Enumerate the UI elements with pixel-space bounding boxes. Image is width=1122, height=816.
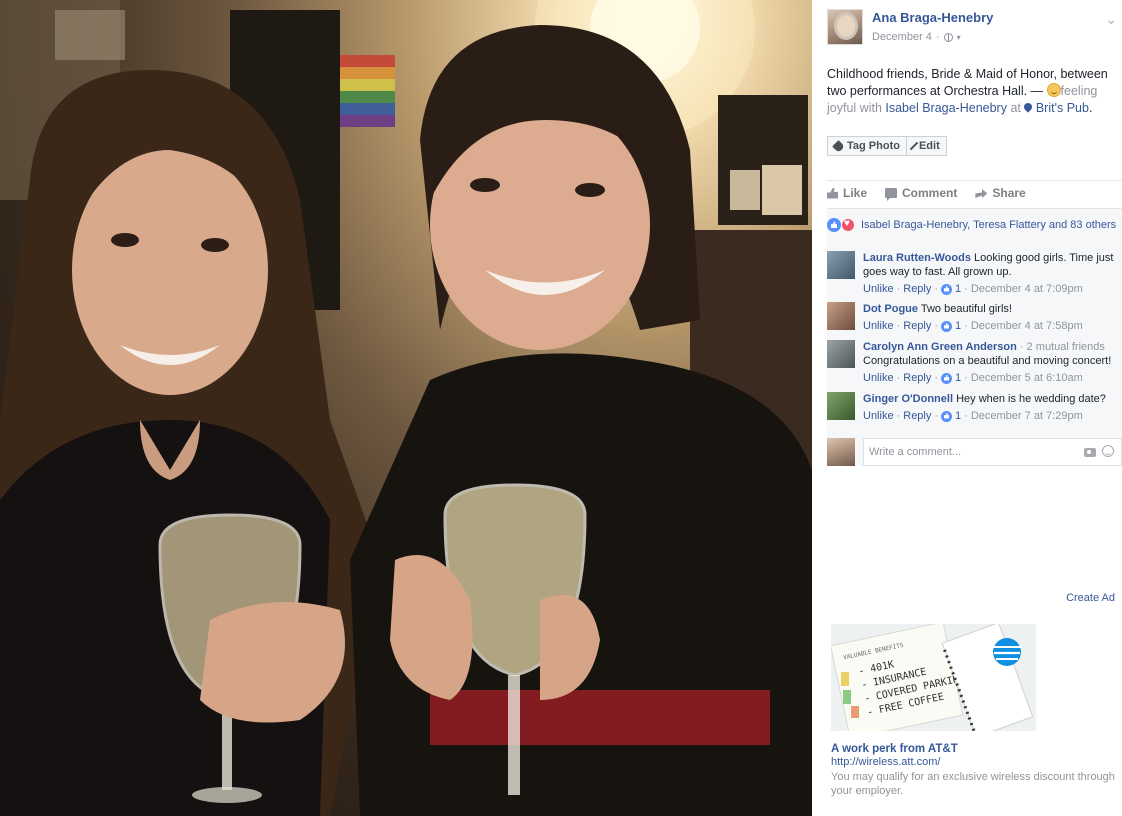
- edit-label: Edit: [918, 140, 940, 152]
- privacy-caret-icon[interactable]: ▾: [957, 33, 961, 42]
- tag-photo-button[interactable]: Tag Photo: [827, 136, 907, 156]
- commenter-avatar[interactable]: [827, 302, 855, 330]
- post-panel: Ana Braga-Henebry December 4 · ▾ ⌄ Child…: [812, 0, 1122, 816]
- with-text: with: [856, 101, 886, 115]
- globe-icon[interactable]: [943, 32, 953, 42]
- share-button[interactable]: Share: [975, 186, 1026, 200]
- edit-button[interactable]: Edit: [906, 136, 947, 156]
- unlike-link[interactable]: Unlike: [863, 282, 894, 296]
- reactions-summary[interactable]: Isabel Braga-Henebry, Teresa Flattery an…: [827, 218, 1116, 232]
- comment-actions: Unlike · Reply · 1 · December 4 at 7:09pm: [863, 282, 1083, 296]
- share-label: Share: [992, 186, 1026, 200]
- commenter-name[interactable]: Dot Pogue: [863, 303, 918, 315]
- like-reaction-icon: [827, 218, 841, 232]
- ad-title[interactable]: A work perk from AT&T: [831, 743, 958, 755]
- post-photo[interactable]: [0, 0, 812, 816]
- commenter-avatar[interactable]: [827, 251, 855, 279]
- comment-time[interactable]: December 4 at 7:58pm: [971, 319, 1083, 333]
- comment-body: Ginger O'Donnell Hey when is he wedding …: [863, 392, 1120, 423]
- caption-period: .: [1088, 101, 1093, 115]
- camera-icon[interactable]: [1084, 448, 1096, 457]
- unlike-link[interactable]: Unlike: [863, 319, 894, 333]
- post-meta: December 4 · ▾: [872, 31, 961, 43]
- like-count[interactable]: 1: [955, 282, 961, 296]
- ad-illustration: VALUABLE BENEFITS - 401K - INSURANCE - C…: [831, 624, 1036, 731]
- post-options-chevron-icon[interactable]: ⌄: [1105, 11, 1117, 28]
- pencil-icon: [909, 141, 919, 151]
- comment-text: Congratulations on a beautiful and movin…: [863, 355, 1112, 367]
- comment-text: Two beautiful girls!: [920, 303, 1012, 315]
- place-link[interactable]: Brit's Pub: [1036, 101, 1089, 115]
- meta-separator: ·: [935, 31, 940, 43]
- smile-emoji-icon: [1046, 83, 1061, 97]
- dash: —: [1027, 84, 1047, 98]
- location-pin-icon: [1024, 103, 1032, 113]
- commenter-avatar[interactable]: [827, 392, 855, 420]
- like-count-icon: [941, 320, 953, 332]
- comment-button[interactable]: Comment: [885, 186, 958, 201]
- share-icon: [975, 189, 988, 198]
- commenter-avatar[interactable]: [827, 340, 855, 368]
- ad-url[interactable]: http://wireless.att.com/: [831, 756, 940, 768]
- reply-link[interactable]: Reply: [903, 409, 931, 423]
- reactors-names[interactable]: Isabel Braga-Henebry, Teresa Flattery an…: [861, 219, 1116, 231]
- comment-actions: Unlike · Reply · 1 · December 5 at 6:10am: [863, 371, 1083, 385]
- like-count[interactable]: 1: [955, 409, 961, 423]
- current-user-avatar: [827, 438, 855, 466]
- comments-section: Isabel Braga-Henebry, Teresa Flattery an…: [827, 208, 1122, 466]
- comment-time[interactable]: December 4 at 7:09pm: [971, 282, 1083, 296]
- write-comment-row: [827, 435, 1122, 467]
- love-reaction-icon: [841, 218, 855, 232]
- comment-actions: Unlike · Reply · 1 · December 7 at 7:29pm: [863, 409, 1083, 423]
- tagged-person-link[interactable]: Isabel Braga-Henebry: [885, 101, 1007, 115]
- emoji-icon[interactable]: [1102, 445, 1114, 457]
- comment-icon: [885, 188, 898, 201]
- commenter-name[interactable]: Carolyn Ann Green Anderson: [863, 341, 1017, 353]
- divider: [827, 180, 1122, 181]
- ufi-bar: Like Comment Share: [827, 186, 1026, 201]
- photo-action-buttons: Tag Photo Edit: [827, 136, 947, 156]
- reply-link[interactable]: Reply: [903, 282, 931, 296]
- like-label: Like: [843, 186, 868, 200]
- post-text: Childhood friends, Bride & Maid of Honor…: [827, 66, 1119, 117]
- comment-time[interactable]: December 7 at 7:29pm: [971, 409, 1083, 423]
- mutual-friends[interactable]: · 2 mutual friends: [1020, 341, 1105, 353]
- unlike-link[interactable]: Unlike: [863, 371, 894, 385]
- commenter-name[interactable]: Ginger O'Donnell: [863, 393, 953, 405]
- like-count[interactable]: 1: [955, 371, 961, 385]
- reply-link[interactable]: Reply: [903, 371, 931, 385]
- tag-icon: [832, 139, 845, 153]
- photo-illustration: [0, 0, 812, 816]
- like-button[interactable]: Like: [827, 186, 867, 200]
- create-ad-link[interactable]: Create Ad: [1066, 592, 1115, 604]
- comment-time[interactable]: December 5 at 6:10am: [971, 371, 1083, 385]
- comment-label: Comment: [902, 186, 958, 200]
- unlike-link[interactable]: Unlike: [863, 409, 894, 423]
- like-count-icon: [941, 410, 953, 422]
- comment-body: Dot Pogue Two beautiful girls! Unlike · R…: [863, 302, 1120, 333]
- ad-image[interactable]: VALUABLE BENEFITS - 401K - INSURANCE - C…: [831, 624, 1036, 731]
- comment-actions: Unlike · Reply · 1 · December 4 at 7:58pm: [863, 319, 1083, 333]
- post-header: Ana Braga-Henebry December 4 · ▾ ⌄: [827, 9, 1117, 49]
- author-name[interactable]: Ana Braga-Henebry: [872, 10, 993, 25]
- commenter-name[interactable]: Laura Rutten-Woods: [863, 252, 971, 264]
- post-date[interactable]: December 4: [872, 31, 932, 43]
- like-count-icon: [941, 372, 953, 384]
- ad-description: You may qualify for an exclusive wireles…: [831, 771, 1115, 797]
- author-avatar[interactable]: [827, 9, 863, 45]
- comment-body: Carolyn Ann Green Anderson · 2 mutual fr…: [863, 340, 1120, 385]
- at-text: at: [1006, 101, 1025, 115]
- like-count[interactable]: 1: [955, 319, 961, 333]
- thumbs-up-icon: [827, 187, 838, 199]
- like-count-icon: [941, 283, 953, 295]
- comment-text: Hey when is he wedding date?: [956, 393, 1106, 405]
- comment-body: Laura Rutten-Woods Looking good girls. T…: [863, 251, 1120, 296]
- reply-link[interactable]: Reply: [903, 319, 931, 333]
- tag-photo-label: Tag Photo: [847, 140, 900, 152]
